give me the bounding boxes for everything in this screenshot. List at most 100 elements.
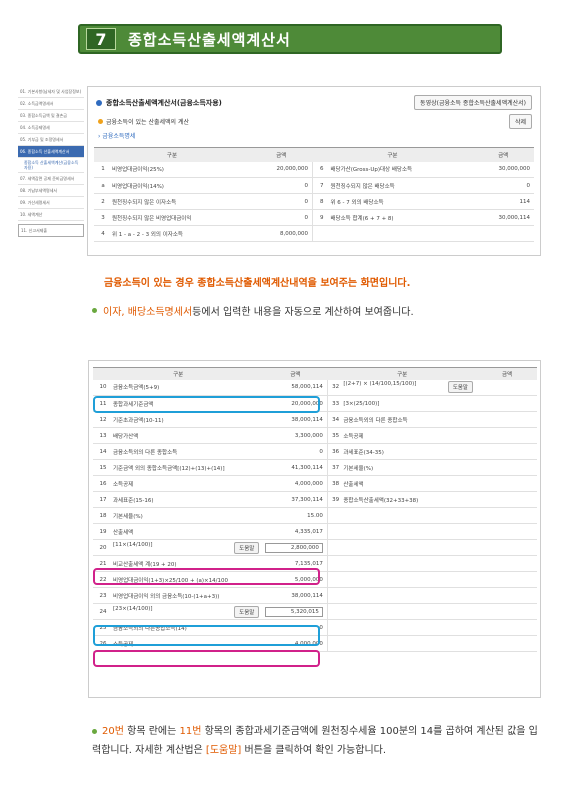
row-label-cell: 소득공제 xyxy=(113,635,264,652)
row-label-cell: 기준금액 외의 종합소득금액[(12)+(13)+(14)] xyxy=(113,459,264,476)
table-cell: 7 xyxy=(312,177,331,194)
row-number: 34 xyxy=(327,411,344,428)
nav-item[interactable]: 05. 기부금 및 조정명세서 xyxy=(18,134,84,146)
amount-cell: 7,135,017 xyxy=(263,555,328,572)
row-label: 과세표준(34-35) xyxy=(343,449,384,456)
row-label-cell: 과세표준(34-35) xyxy=(343,443,477,460)
row-number xyxy=(327,507,344,524)
amount-cell: 4,335,017 xyxy=(263,523,328,540)
row-label: 종합소득산출세액(32+33+38) xyxy=(343,497,419,504)
amount-cell xyxy=(477,507,537,524)
row-label-cell xyxy=(343,539,477,556)
nav-item[interactable]: 04. 소득공제명세 xyxy=(18,122,84,134)
help-button[interactable]: 도움말 xyxy=(234,541,260,554)
amount-cell: 58,000,114 xyxy=(263,379,328,396)
nav-subitem[interactable]: 종합소득 산출세액계산(금융소득자용) xyxy=(18,158,84,173)
table-cell: 3 xyxy=(94,209,112,226)
panel-title: 종합소득산출세액계산서(금융소득자용) xyxy=(96,98,222,108)
amount-cell xyxy=(477,587,537,604)
amount-input[interactable]: 2,800,000 xyxy=(264,542,323,553)
amount-cell: 38,000,114 xyxy=(263,587,328,604)
nav-item[interactable]: 07. 세액감면 공제 준비금명세서 xyxy=(18,173,84,185)
row-label-cell: 소득공제 xyxy=(343,427,477,444)
row-label-cell: 종합소득산출세액(32+33+38) xyxy=(343,491,477,508)
amount-cell xyxy=(477,619,537,636)
row-number: 24 xyxy=(93,603,113,620)
row-number xyxy=(327,539,344,556)
table-cell: 9 xyxy=(312,209,331,226)
row-number xyxy=(327,523,344,540)
table-cell: 30,000,000 xyxy=(472,161,534,178)
nav-item-active[interactable]: 06. 종합소득 산출세액계산서 xyxy=(18,146,84,158)
nav-item[interactable]: 09. 가산세명세서 xyxy=(18,197,84,209)
row-number: 25 xyxy=(93,619,113,636)
row-label-cell: 산출세액 xyxy=(343,475,477,492)
row-number: 16 xyxy=(93,475,113,492)
table-row: 26 소득공제 4,000,000 xyxy=(93,635,537,652)
video-button[interactable]: 동영상(금융소득 종합소득산출세액계산서) xyxy=(414,95,532,110)
table-cell: 0 xyxy=(472,177,534,194)
row-label: 소득공제 xyxy=(113,641,134,648)
table-cell xyxy=(312,225,331,242)
table-cell: 4 xyxy=(94,225,112,242)
row-number: 11 xyxy=(93,395,113,412)
bullet-icon xyxy=(98,119,103,124)
amount-input[interactable]: 5,320,015 xyxy=(264,606,323,617)
table-cell: 30,000,114 xyxy=(472,209,534,226)
table-cell: 배당소득 합계(6 + 7 + 8) xyxy=(330,209,473,226)
amount-cell xyxy=(477,491,537,508)
table-row: 1 비영업대금이익(25%) 20,000,000 6 배당가산(Gross-Up)대상… xyxy=(94,161,534,178)
table-cell xyxy=(472,225,534,242)
description-paragraph: 20번 항목 란에는 11번 항목의 종합과세기준금액에 원천징수세율 100분… xyxy=(92,726,538,756)
row-label-cell xyxy=(343,523,477,540)
row-label: [(2+7) × (14/100,15/100)] xyxy=(343,381,417,388)
table-row: 20 [11×(14/100)] 도움말 2,800,000 xyxy=(93,539,537,556)
col-header: 금액 xyxy=(472,147,534,162)
amount-cell xyxy=(477,459,537,476)
row-label: 금융소득외의 다른 종합소득 xyxy=(113,449,178,456)
col-header: 구분 xyxy=(94,147,250,162)
row-label: [3×(25/100)] xyxy=(343,400,380,407)
nav-item[interactable]: 01. 기본사항(납세자 및 사업장정보) xyxy=(18,86,84,98)
row-label: 산출세액 xyxy=(343,481,364,488)
help-button[interactable]: 도움말 xyxy=(447,381,473,394)
row-number: 15 xyxy=(93,459,113,476)
table-row: 24 [23×(14/100)] 도움말 5,320,015 xyxy=(93,603,537,620)
row-number: 37 xyxy=(327,459,344,476)
nav-item[interactable]: 10. 세액계산 xyxy=(18,209,84,221)
table-cell: 114 xyxy=(472,193,534,210)
table-row: 15 기준금액 외의 종합소득금액[(12)+(13)+(14)] 41,300,1… xyxy=(93,459,537,476)
row-label-cell: 비영업대금이익(1+3)×25/100 + (a)×14/100 xyxy=(113,571,264,588)
col-header: 구분 xyxy=(93,367,264,380)
row-number: 23 xyxy=(93,587,113,604)
nav-item[interactable]: 02. 소득금액명세서 xyxy=(18,98,84,110)
table-cell: 0 xyxy=(249,177,313,194)
financial-income-link[interactable]: › 금융소득명세 xyxy=(88,129,540,142)
row-number: 39 xyxy=(327,491,344,508)
table-cell: 비영업대금이익(25%) xyxy=(112,161,250,178)
row-number: 22 xyxy=(93,571,113,588)
calc-panel-top: 종합소득산출세액계산서(금융소득자용) 동영상(금융소득 종합소득산출세액계산서… xyxy=(87,86,541,256)
table-cell xyxy=(330,225,473,242)
table-cell: 원천징수되지 않은 이자소득 xyxy=(112,193,250,210)
nav-item[interactable]: 08. 기납부세액명세서 xyxy=(18,185,84,197)
table-row: 13 배당가산액 3,300,000 35 소득공제 xyxy=(93,427,537,444)
help-button[interactable]: 도움말 xyxy=(234,605,260,618)
row-label: 소득공제 xyxy=(113,481,134,488)
delete-button[interactable]: 삭제 xyxy=(508,114,532,129)
row-number xyxy=(327,603,344,620)
nav-item-submit[interactable]: 11. 신고서제출 xyxy=(18,224,84,237)
row-label: 금융소득외의 다른종합소득(14) xyxy=(113,625,187,632)
row-number: 35 xyxy=(327,427,344,444)
row-number: 13 xyxy=(93,427,113,444)
row-number: 18 xyxy=(93,507,113,524)
row-label: 금융소득외의 다른 종합소득 xyxy=(343,417,408,424)
table-row: 22 비영업대금이익(1+3)×25/100 + (a)×14/100 5,000,… xyxy=(93,571,537,588)
row-label-cell: 소득공제 xyxy=(113,475,264,492)
nav-item[interactable]: 03. 종합소득금액 및 결손금 xyxy=(18,110,84,122)
row-number xyxy=(327,555,344,572)
row-label-cell: 금융소득외의 다른 종합소득 xyxy=(113,443,264,460)
row-label-cell: [11×(14/100)] 도움말 xyxy=(113,539,264,556)
row-label: 기본세율(%) xyxy=(343,465,374,472)
row-label: 기준금액 외의 종합소득금액[(12)+(13)+(14)] xyxy=(113,465,225,472)
